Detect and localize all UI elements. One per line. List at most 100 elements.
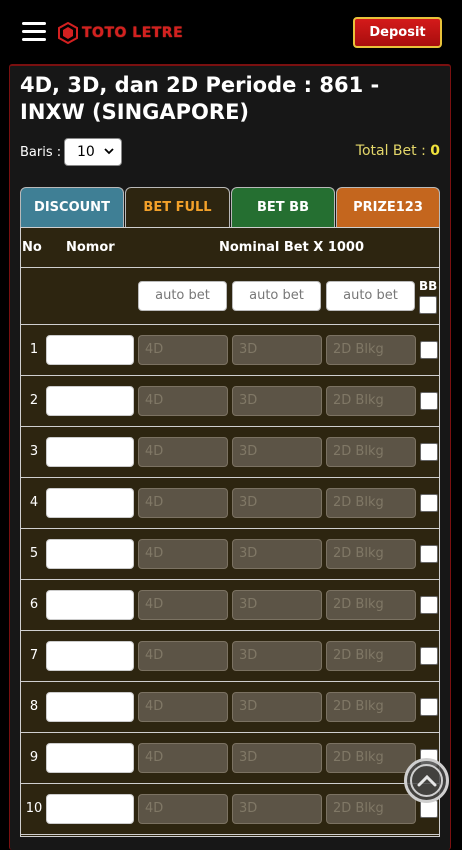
tab-bet-full[interactable]: BET FULL bbox=[125, 187, 230, 227]
bet-4d-input[interactable]: 4D bbox=[138, 641, 228, 671]
column-header-no: No bbox=[22, 240, 42, 255]
bet-3d-input[interactable]: 3D bbox=[232, 590, 322, 620]
row-number: 1 bbox=[29, 342, 39, 357]
bb-checkbox[interactable] bbox=[420, 698, 438, 716]
row-number: 5 bbox=[29, 546, 39, 561]
chevron-down-icon bbox=[104, 148, 114, 155]
bet-4d-input[interactable]: 4D bbox=[138, 539, 228, 569]
logo-text: TOTO LETRE bbox=[82, 25, 184, 41]
nomor-input[interactable] bbox=[46, 386, 134, 416]
nomor-input[interactable] bbox=[46, 488, 134, 518]
table-row: 3 4D 3D 2D Blkg bbox=[21, 427, 439, 478]
bb-select-all-checkbox[interactable] bbox=[419, 296, 437, 314]
tab-discount[interactable]: DISCOUNT bbox=[20, 187, 124, 227]
table-row: 5 4D 3D 2D Blkg bbox=[21, 529, 439, 580]
table-row: 9 4D 3D 2D Blkg bbox=[21, 733, 439, 784]
nomor-input[interactable] bbox=[46, 692, 134, 722]
bet-4d-input[interactable]: 4D bbox=[138, 386, 228, 416]
total-bet: Total Bet : 0 bbox=[356, 143, 440, 159]
tab-prize123[interactable]: PRIZE123 bbox=[336, 187, 440, 227]
scroll-top-button[interactable] bbox=[404, 758, 449, 803]
nomor-input[interactable] bbox=[46, 437, 134, 467]
bet-3d-input[interactable]: 3D bbox=[232, 386, 322, 416]
top-header: TOTO LETRE Deposit bbox=[0, 0, 462, 64]
bet-4d-input[interactable]: 4D bbox=[138, 590, 228, 620]
table-row: 2 4D 3D 2D Blkg bbox=[21, 376, 439, 427]
nomor-input[interactable] bbox=[46, 641, 134, 671]
bb-checkbox[interactable] bbox=[420, 596, 438, 614]
bet-4d-input[interactable]: 4D bbox=[138, 743, 228, 773]
bet-2d-input[interactable]: 2D Blkg bbox=[326, 488, 416, 518]
site-logo[interactable]: TOTO LETRE bbox=[58, 22, 183, 44]
row-number: 3 bbox=[29, 444, 39, 459]
bb-checkbox[interactable] bbox=[420, 443, 438, 461]
bet-2d-input[interactable]: 2D Blkg bbox=[326, 794, 416, 824]
bet-4d-input[interactable]: 4D bbox=[138, 437, 228, 467]
bet-2d-input[interactable]: 2D Blkg bbox=[326, 437, 416, 467]
bet-table: No Nomor Nominal Bet X 1000 auto bet aut… bbox=[20, 227, 440, 837]
bet-2d-input[interactable]: 2D Blkg bbox=[326, 386, 416, 416]
row-number: 8 bbox=[29, 699, 39, 714]
column-header-nominal: Nominal Bet X 1000 bbox=[219, 240, 365, 255]
auto-bet-4d-input[interactable]: auto bet bbox=[138, 281, 227, 311]
table-row: 4 4D 3D 2D Blkg bbox=[21, 478, 439, 529]
bet-2d-input[interactable]: 2D Blkg bbox=[326, 590, 416, 620]
bb-label: BB bbox=[419, 279, 438, 293]
row-number: 2 bbox=[29, 393, 39, 408]
nomor-input[interactable] bbox=[46, 794, 134, 824]
baris-select[interactable]: 10 bbox=[64, 138, 122, 166]
row-number: 7 bbox=[29, 648, 39, 663]
total-bet-value: 0 bbox=[430, 143, 440, 159]
baris-label: Baris : bbox=[20, 145, 62, 160]
bet-3d-input[interactable]: 3D bbox=[232, 641, 322, 671]
bet-2d-input[interactable]: 2D Blkg bbox=[326, 335, 416, 365]
bet-4d-input[interactable]: 4D bbox=[138, 335, 228, 365]
baris-value: 10 bbox=[77, 144, 95, 160]
bet-3d-input[interactable]: 3D bbox=[232, 539, 322, 569]
bet-3d-input[interactable]: 3D bbox=[232, 692, 322, 722]
bet-2d-input[interactable]: 2D Blkg bbox=[326, 641, 416, 671]
row-number: 10 bbox=[25, 801, 43, 816]
bb-checkbox[interactable] bbox=[420, 341, 438, 359]
table-row: 7 4D 3D 2D Blkg bbox=[21, 631, 439, 682]
scroll-top-ring bbox=[410, 764, 443, 797]
bet-4d-input[interactable]: 4D bbox=[138, 488, 228, 518]
nomor-input[interactable] bbox=[46, 590, 134, 620]
bb-checkbox[interactable] bbox=[420, 545, 438, 563]
bet-tabs: DISCOUNT BET FULL BET BB PRIZE123 bbox=[20, 187, 440, 227]
nomor-input[interactable] bbox=[46, 743, 134, 773]
nomor-input[interactable] bbox=[46, 539, 134, 569]
bb-checkbox[interactable] bbox=[420, 647, 438, 665]
table-row: 8 4D 3D 2D Blkg bbox=[21, 682, 439, 733]
column-header-nomor: Nomor bbox=[66, 240, 115, 255]
bet-2d-input[interactable]: 2D Blkg bbox=[326, 743, 416, 773]
table-header: No Nomor Nominal Bet X 1000 bbox=[21, 228, 439, 268]
auto-bet-2d-input[interactable]: auto bet bbox=[326, 281, 415, 311]
bet-4d-input[interactable]: 4D bbox=[138, 692, 228, 722]
tab-bet-bb[interactable]: BET BB bbox=[231, 187, 335, 227]
bet-4d-input[interactable]: 4D bbox=[138, 794, 228, 824]
row-number: 6 bbox=[29, 597, 39, 612]
bet-2d-input[interactable]: 2D Blkg bbox=[326, 539, 416, 569]
page-title: 4D, 3D, dan 2D Periode : 861 - INXW (SIN… bbox=[20, 73, 380, 124]
row-number: 9 bbox=[29, 750, 39, 765]
bb-checkbox[interactable] bbox=[420, 392, 438, 410]
table-row: 10 4D 3D 2D Blkg bbox=[21, 784, 439, 835]
bet-3d-input[interactable]: 3D bbox=[232, 437, 322, 467]
deposit-button[interactable]: Deposit bbox=[353, 17, 442, 48]
bet-3d-input[interactable]: 3D bbox=[232, 743, 322, 773]
bet-3d-input[interactable]: 3D bbox=[232, 794, 322, 824]
row-number: 4 bbox=[29, 495, 39, 510]
auto-bet-row: auto bet auto bet auto bet BB bbox=[21, 268, 439, 325]
table-row: 1 4D 3D 2D Blkg bbox=[21, 325, 439, 376]
bet-2d-input[interactable]: 2D Blkg bbox=[326, 692, 416, 722]
bet-3d-input[interactable]: 3D bbox=[232, 488, 322, 518]
auto-bet-3d-input[interactable]: auto bet bbox=[232, 281, 321, 311]
chevron-up-icon bbox=[417, 774, 436, 786]
bb-checkbox[interactable] bbox=[420, 494, 438, 512]
bet-3d-input[interactable]: 3D bbox=[232, 335, 322, 365]
total-bet-label: Total Bet : bbox=[355, 143, 426, 159]
hamburger-icon[interactable] bbox=[22, 22, 46, 42]
logo-mark-icon bbox=[58, 22, 78, 44]
nomor-input[interactable] bbox=[46, 335, 134, 365]
